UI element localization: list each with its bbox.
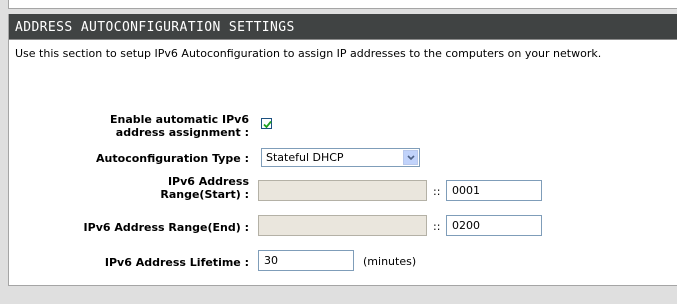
address-autoconfiguration-panel: ADDRESS AUTOCONFIGURATION SETTINGS Use t… (8, 14, 677, 286)
autoconfiguration-type-value: Stateful DHCP (266, 151, 344, 164)
chevron-down-icon (407, 155, 415, 161)
autoconfiguration-type-label: Autoconfiguration Type : (96, 152, 249, 165)
enable-autoassign-label-line2: address assignment : (115, 126, 249, 139)
range-start-suffix-value: 0001 (452, 184, 480, 197)
enable-autoassign-label-line1: Enable automatic IPv6 (109, 113, 249, 126)
section-title: ADDRESS AUTOCONFIGURATION SETTINGS (15, 20, 295, 35)
range-end-label: IPv6 Address Range(End) : (83, 221, 249, 234)
range-start-label-line1: IPv6 Address (167, 175, 249, 188)
range-end-suffix-value: 0200 (452, 219, 480, 232)
range-start-label: IPv6 Address Range(Start) : (9, 175, 249, 201)
enable-autoassign-checkbox[interactable] (261, 118, 272, 129)
range-start-prefix-input[interactable] (258, 180, 427, 201)
lifetime-label: IPv6 Address Lifetime : (104, 256, 249, 269)
range-end-prefix-input[interactable] (258, 215, 427, 236)
enable-autoassign-label: Enable automatic IPv6 address assignment… (9, 113, 249, 139)
range-start-label-line2: Range(Start) : (160, 188, 249, 201)
autoconfiguration-type-select[interactable]: Stateful DHCP (261, 148, 420, 167)
section-header: ADDRESS AUTOCONFIGURATION SETTINGS (9, 14, 677, 40)
lifetime-input[interactable]: 30 (258, 250, 354, 271)
lifetime-unit: (minutes) (363, 255, 417, 268)
range-end-separator: :: (433, 220, 441, 233)
check-icon (263, 120, 272, 129)
range-end-suffix-input[interactable]: 0200 (446, 215, 542, 236)
range-start-separator: :: (433, 185, 441, 198)
previous-section-box (8, 0, 677, 9)
previous-section-edge (0, 0, 677, 14)
section-description: Use this section to setup IPv6 Autoconfi… (15, 47, 602, 60)
lifetime-value: 30 (264, 254, 278, 267)
range-start-suffix-input[interactable]: 0001 (446, 180, 542, 201)
select-arrow-button[interactable] (403, 150, 418, 165)
